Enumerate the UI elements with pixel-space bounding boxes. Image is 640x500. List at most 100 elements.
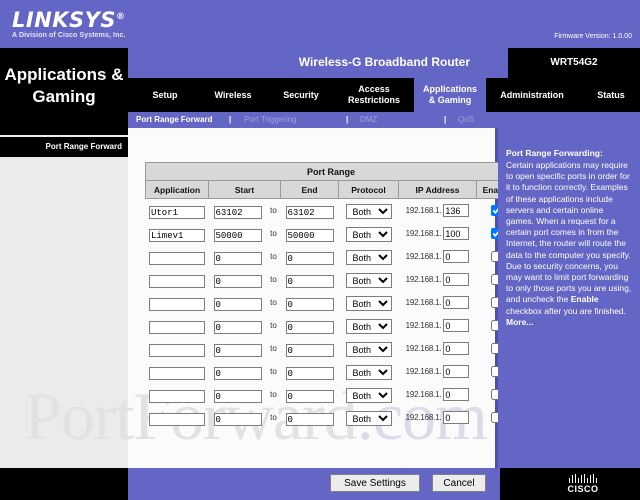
cell-protocol: BothTCPUDP [339, 268, 399, 291]
start-port-input[interactable] [213, 413, 262, 426]
tab-access-restrictions[interactable]: Access Restrictions [334, 78, 414, 112]
help-panel-title: Port Range Forwarding: [506, 148, 603, 158]
section-title-panel: Applications & Gaming [0, 48, 128, 135]
ip-last-octet-input[interactable] [443, 411, 470, 424]
linksys-logo-subtitle: A Division of Cisco Systems, Inc. [12, 32, 126, 39]
column-header-start: Start [208, 180, 281, 199]
firmware-version: Firmware Version: 1.0.00 [554, 33, 632, 40]
range-to-label: to [270, 344, 277, 353]
cell-end-port [281, 314, 339, 337]
help-more-link[interactable]: More... [506, 317, 632, 328]
cell-start-port [209, 199, 267, 223]
start-port-input[interactable] [213, 367, 262, 380]
cell-ip-address: 192.168.1. [399, 268, 477, 291]
end-port-input[interactable] [285, 390, 334, 403]
protocol-select[interactable]: BothTCPUDP [345, 296, 392, 311]
protocol-select[interactable]: BothTCPUDP [345, 411, 392, 426]
start-port-input[interactable] [213, 298, 262, 311]
tab-security[interactable]: Security [268, 78, 334, 112]
end-port-input[interactable] [285, 252, 334, 265]
application-input[interactable] [149, 344, 205, 357]
protocol-select[interactable]: BothTCPUDP [345, 204, 392, 219]
application-input[interactable] [149, 367, 205, 380]
application-input[interactable] [149, 390, 205, 403]
ip-last-octet-input[interactable] [443, 365, 470, 378]
end-port-input[interactable] [285, 229, 334, 242]
start-port-input[interactable] [213, 229, 262, 242]
ip-last-octet-input[interactable] [443, 342, 470, 355]
cell-protocol: BothTCPUDP [339, 245, 399, 268]
ip-last-octet-input[interactable] [443, 296, 470, 309]
cell-ip-address: 192.168.1. [399, 291, 477, 314]
linksys-logo: LINKSYS® A Division of Cisco Systems, In… [12, 7, 126, 40]
cell-protocol: BothTCPUDP [339, 406, 399, 429]
save-settings-button[interactable]: Save Settings [330, 474, 420, 492]
ip-last-octet-input[interactable] [443, 250, 470, 263]
end-port-input[interactable] [285, 321, 334, 334]
start-port-input[interactable] [213, 390, 262, 403]
cell-start-port [209, 360, 267, 383]
port-range-forwarding-table: Port Range Application Start End Protocol IP… [144, 162, 518, 430]
help-text-enable-keyword: Enable [570, 294, 599, 305]
subnav-dmz[interactable]: DMZ [360, 115, 377, 124]
cell-start-port [209, 222, 267, 245]
end-port-input[interactable] [285, 275, 334, 288]
tab-setup[interactable]: Setup [132, 78, 198, 112]
cell-start-port [209, 337, 267, 360]
start-port-input[interactable] [213, 252, 262, 265]
range-to-label: to [270, 367, 277, 376]
cell-application [146, 337, 209, 360]
subnav-port-range-forward[interactable]: Port Range Forward [136, 115, 212, 124]
end-port-input[interactable] [285, 367, 334, 380]
tab-applications-gaming[interactable]: Applications & Gaming [414, 78, 486, 112]
cell-ip-address: 192.168.1. [399, 199, 477, 223]
subnav-port-triggering[interactable]: Port Triggering [244, 115, 296, 124]
top-banner: LINKSYS® A Division of Cisco Systems, In… [0, 0, 640, 48]
table-row: to BothTCPUDP 192.168.1. [146, 268, 517, 291]
application-input[interactable] [149, 206, 205, 219]
end-port-input[interactable] [285, 344, 334, 357]
tab-wireless[interactable]: Wireless [198, 78, 268, 112]
router-model: WRT54G2 [550, 57, 598, 68]
start-port-input[interactable] [213, 275, 262, 288]
cancel-button[interactable]: Cancel [432, 474, 486, 492]
ip-last-octet-input[interactable] [443, 273, 470, 286]
ip-last-octet-input[interactable] [443, 204, 470, 217]
end-port-input[interactable] [285, 298, 334, 311]
cell-start-port [209, 291, 267, 314]
protocol-select[interactable]: BothTCPUDP [345, 342, 392, 357]
tab-administration[interactable]: Administration [486, 78, 578, 112]
ip-last-octet-input[interactable] [443, 388, 470, 401]
current-page-label: Port Range Forward [0, 137, 128, 157]
tab-status[interactable]: Status [578, 78, 640, 112]
end-port-input[interactable] [285, 206, 334, 219]
protocol-select[interactable]: BothTCPUDP [345, 250, 392, 265]
application-input[interactable] [149, 321, 205, 334]
protocol-select[interactable]: BothTCPUDP [345, 365, 392, 380]
application-input[interactable] [149, 229, 205, 242]
application-input[interactable] [149, 275, 205, 288]
table-row: to BothTCPUDP 192.168.1. [146, 337, 517, 360]
application-input[interactable] [149, 413, 205, 426]
ip-last-octet-input[interactable] [443, 319, 470, 332]
ip-prefix-label: 192.168.1. [405, 321, 442, 330]
application-input[interactable] [149, 298, 205, 311]
current-page-label-text: Port Range Forward [45, 142, 122, 151]
application-input[interactable] [149, 252, 205, 265]
table-row: to BothTCPUDP 192.168.1. [146, 406, 517, 429]
protocol-select[interactable]: BothTCPUDP [345, 227, 392, 242]
ip-last-octet-input[interactable] [443, 227, 470, 240]
ip-prefix-label: 192.168.1. [405, 229, 442, 238]
table-body: to BothTCPUDP 192.168.1. to BothTCPUDP 192.16… [146, 199, 517, 430]
protocol-select[interactable]: BothTCPUDP [345, 319, 392, 334]
cell-protocol: BothTCPUDP [339, 360, 399, 383]
end-port-input[interactable] [285, 413, 334, 426]
subnav-qos[interactable]: QoS [458, 115, 474, 124]
cisco-logo: CISCO [554, 474, 612, 494]
cell-application [146, 360, 209, 383]
protocol-select[interactable]: BothTCPUDP [345, 388, 392, 403]
start-port-input[interactable] [213, 321, 262, 334]
start-port-input[interactable] [213, 344, 262, 357]
protocol-select[interactable]: BothTCPUDP [345, 273, 392, 288]
start-port-input[interactable] [213, 206, 262, 219]
